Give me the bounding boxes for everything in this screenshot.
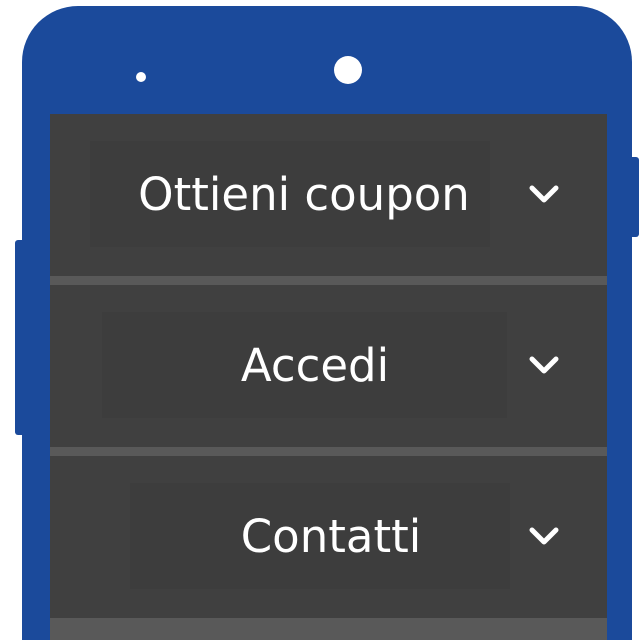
chevron-down-icon[interactable]	[526, 350, 562, 380]
menu-item-ottieni-coupon[interactable]: Ottieni coupon	[50, 114, 607, 276]
front-camera-icon	[334, 56, 362, 84]
menu-item-label: Accedi	[240, 339, 390, 392]
phone-screen: Ottieni coupon Accedi Contatti	[50, 114, 607, 640]
chevron-down-icon[interactable]	[526, 521, 562, 551]
menu-item-label: Contatti	[240, 510, 422, 563]
mobile-menu-screenshot: Ottieni coupon Accedi Contatti	[0, 0, 639, 640]
menu-item-contatti[interactable]: Contatti	[50, 456, 607, 618]
menu-item-accedi[interactable]: Accedi	[50, 285, 607, 447]
menu-item-label: Ottieni coupon	[138, 168, 470, 221]
chevron-down-icon[interactable]	[526, 179, 562, 209]
front-sensor-icon	[136, 72, 146, 82]
